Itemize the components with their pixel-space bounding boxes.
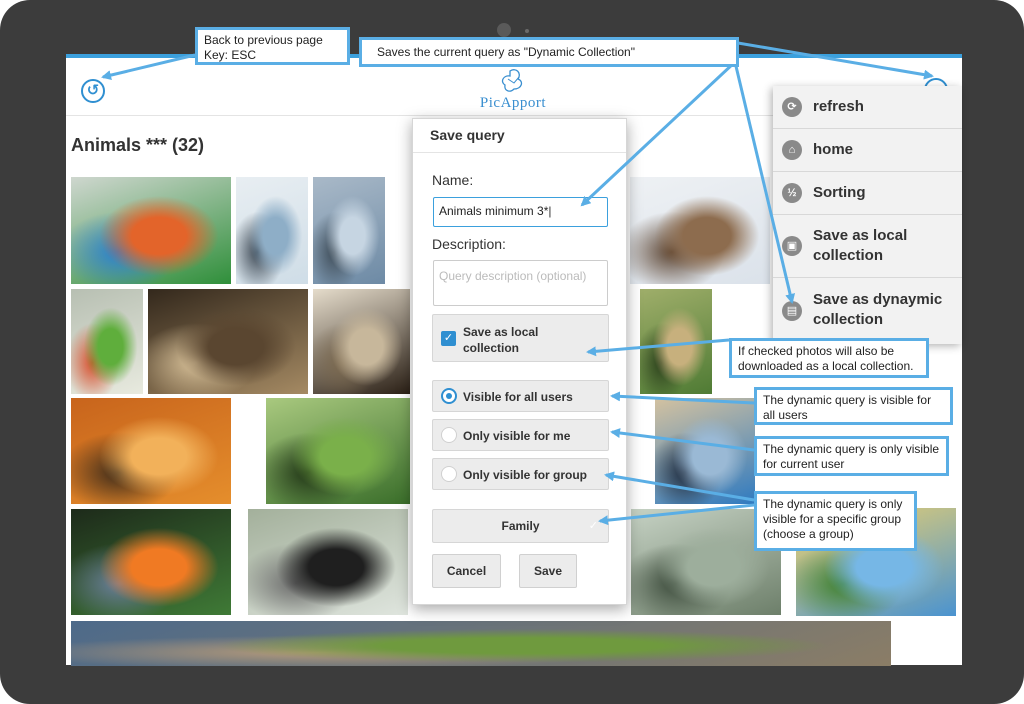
photo-sea-lion[interactable] (630, 177, 770, 284)
photo-parrot-orange[interactable] (71, 509, 231, 615)
callout-all-users-text: The dynamic query is visible for all use… (763, 393, 932, 422)
menu-item-home[interactable]: ⌂ home (773, 129, 962, 172)
radio-visible-group-label: Only visible for group (463, 468, 588, 482)
radio-unselected-icon (441, 466, 457, 482)
photo-owl[interactable] (313, 289, 410, 394)
camera (497, 23, 511, 37)
radio-visible-me-label: Only visible for me (463, 429, 571, 443)
callout-local-text: If checked photos will also be downloade… (738, 344, 914, 373)
menu-item-save-dynamic[interactable]: ▤ Save as dynaymic collection (773, 278, 962, 344)
menu-item-label: Sorting (813, 184, 866, 201)
menu-item-sorting[interactable]: ½ Sorting (773, 172, 962, 215)
save-local-checkbox[interactable]: ✓ Save as local collection (432, 314, 609, 362)
radio-visible-all[interactable]: Visible for all users (432, 380, 609, 412)
radio-visible-me[interactable]: Only visible for me (432, 419, 609, 451)
photo-mantis[interactable] (640, 289, 712, 394)
callout-group: The dynamic query is only visible for a … (754, 491, 917, 551)
logo-icon (501, 69, 523, 92)
photo-caterpillar[interactable] (655, 398, 755, 504)
picapport-logo: PicApport (470, 67, 556, 113)
callout-current-user-text: The dynamic query is only visible for cu… (763, 442, 940, 471)
page-title: Animals *** (32) (71, 135, 205, 155)
save-local-label: Save as local collection (463, 325, 539, 355)
photo-whale-spout[interactable] (313, 177, 385, 284)
refresh-icon: ⟳ (782, 97, 802, 117)
description-label: Description: (432, 236, 506, 252)
callout-group-text: The dynamic query is only visible for a … (763, 497, 903, 541)
dialog-divider (413, 152, 626, 153)
cancel-button[interactable]: Cancel (432, 554, 501, 588)
radio-visible-all-label: Visible for all users (463, 390, 573, 404)
description-input[interactable]: Query description (optional) (433, 260, 608, 306)
dialog-title: Save query (430, 127, 505, 143)
disk-icon: ▤ (782, 301, 802, 321)
logo-text: PicApport (479, 95, 547, 111)
callout-back-text: Back to previous page Key: ESC (204, 33, 323, 62)
group-select[interactable]: Family ✓ (432, 509, 609, 543)
radio-visible-group[interactable]: Only visible for group (432, 458, 609, 490)
menu-item-label: Save as dynaymic collection (813, 291, 943, 328)
save-query-dialog: Save query Name: Animals minimum 3*| Des… (412, 118, 627, 605)
photo-macaw[interactable] (71, 177, 231, 284)
checkbox-checked-icon: ✓ (441, 331, 456, 346)
photo-peacock[interactable] (148, 289, 308, 394)
name-label: Name: (432, 172, 474, 188)
photo-birds-sunset[interactable] (71, 398, 231, 504)
briefcase-icon: ▣ (782, 236, 802, 256)
callout-current-user: The dynamic query is only visible for cu… (754, 436, 949, 476)
back-button[interactable]: ↺ (81, 79, 105, 103)
menu-item-refresh[interactable]: ⟳ refresh (773, 86, 962, 129)
name-input-value: Animals minimum 3* (439, 204, 549, 218)
callout-local: If checked photos will also be downloade… (729, 338, 929, 378)
menu-item-label: refresh (813, 98, 864, 115)
photo-black-bird[interactable] (248, 509, 408, 615)
radio-selected-icon (441, 388, 457, 404)
photo-bottom-row[interactable] (71, 621, 891, 666)
photo-hummingbird[interactable] (266, 398, 410, 504)
photo-whale-tail[interactable] (236, 177, 308, 284)
sort-icon: ½ (782, 183, 802, 203)
camera-sensor (525, 29, 529, 33)
menu-item-save-local[interactable]: ▣ Save as local collection (773, 215, 962, 278)
menu-item-label: Save as local collection (813, 227, 908, 264)
save-button[interactable]: Save (519, 554, 577, 588)
callout-back: Back to previous page Key: ESC (195, 27, 350, 65)
name-input[interactable]: Animals minimum 3*| (433, 197, 608, 227)
radio-unselected-icon (441, 427, 457, 443)
menu-item-label: home (813, 141, 854, 158)
back-arrow-icon: ↺ (86, 82, 100, 99)
group-select-value: Family (501, 519, 540, 533)
home-icon: ⌂ (782, 140, 802, 160)
callout-saves: Saves the current query as "Dynamic Coll… (359, 37, 739, 67)
photo-lovebirds[interactable] (71, 289, 143, 394)
callout-all-users: The dynamic query is visible for all use… (754, 387, 953, 425)
side-menu: ⟳ refresh ⌂ home ½ Sorting ▣ Save as loc… (773, 86, 962, 344)
chevron-down-icon: ✓ (588, 520, 598, 532)
callout-saves-text: Saves the current query as "Dynamic Coll… (377, 45, 635, 59)
